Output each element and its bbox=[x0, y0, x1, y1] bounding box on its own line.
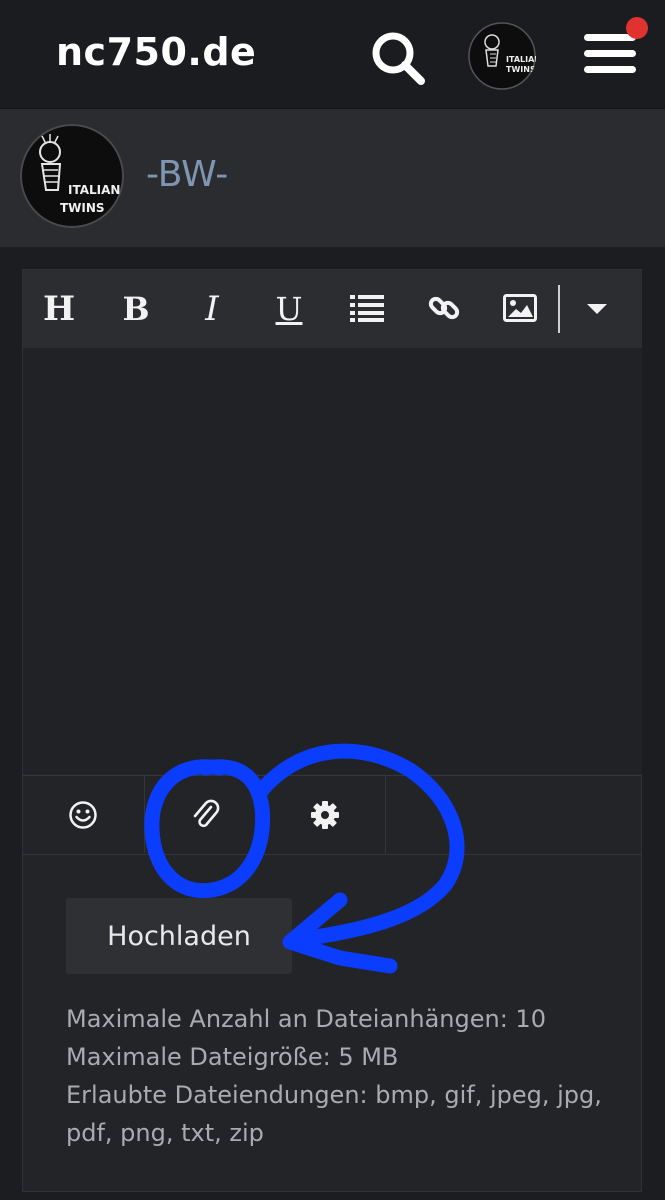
profile-avatar-text-2: TWINS bbox=[60, 201, 105, 215]
allowed-extensions-text-2: pdf, png, txt, zip bbox=[66, 1119, 264, 1147]
image-icon[interactable] bbox=[503, 294, 537, 322]
profile-avatar[interactable]: ITALIAN TWINS bbox=[20, 124, 124, 228]
user-avatar[interactable]: ITALIAN TWINS bbox=[468, 22, 536, 90]
heading-button[interactable]: H bbox=[29, 270, 89, 348]
avatar-text-2: TWINS bbox=[506, 65, 536, 74]
italic-button[interactable]: I bbox=[182, 270, 242, 348]
profile-avatar-text-1: ITALIAN bbox=[68, 183, 120, 197]
paperclip-icon[interactable] bbox=[190, 798, 220, 832]
toolbar-separator bbox=[558, 285, 560, 333]
avatar-text-1: ITALIAN bbox=[506, 55, 536, 64]
link-icon[interactable] bbox=[428, 292, 460, 324]
site-title[interactable]: nc750.de bbox=[56, 30, 256, 74]
attachment-info: Maximale Anzahl an Dateianhängen: 10 Max… bbox=[66, 1000, 626, 1152]
max-attachments-text: Maximale Anzahl an Dateianhängen: 10 bbox=[66, 1005, 546, 1033]
bold-button[interactable]: B bbox=[106, 270, 166, 348]
smiley-icon[interactable] bbox=[68, 800, 98, 830]
upload-button[interactable]: Hochladen bbox=[66, 898, 292, 974]
divider bbox=[385, 776, 386, 853]
gear-icon[interactable] bbox=[311, 801, 339, 829]
chevron-down-icon[interactable] bbox=[586, 303, 608, 315]
allowed-extensions-text-1: Erlaubte Dateiendungen: bmp, gif, jpeg, … bbox=[66, 1081, 602, 1109]
notification-badge bbox=[626, 17, 648, 39]
username[interactable]: -BW- bbox=[146, 154, 228, 195]
list-icon[interactable] bbox=[350, 294, 384, 322]
hamburger-menu-icon[interactable] bbox=[582, 30, 638, 78]
divider bbox=[264, 776, 265, 853]
divider bbox=[144, 776, 145, 853]
message-textarea[interactable] bbox=[23, 348, 642, 774]
search-icon[interactable] bbox=[368, 28, 428, 88]
max-size-text: Maximale Dateigröße: 5 MB bbox=[66, 1043, 399, 1071]
underline-button[interactable]: U bbox=[259, 270, 319, 348]
